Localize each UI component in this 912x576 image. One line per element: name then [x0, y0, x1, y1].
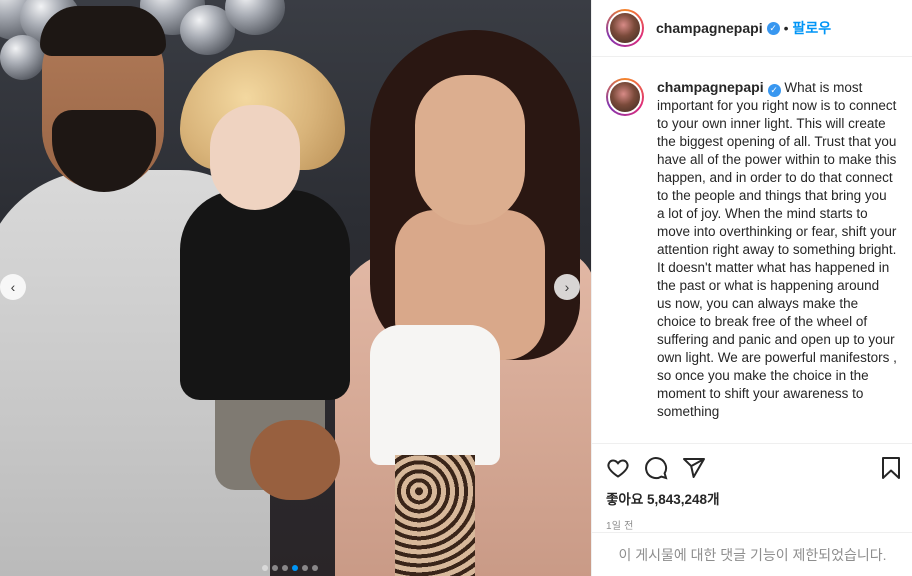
like-count[interactable]: 좋아요 5,843,248개 — [606, 488, 899, 508]
post-photo[interactable]: ‹ › — [0, 0, 591, 576]
comment-icon[interactable] — [644, 456, 668, 480]
carousel-dot-active — [292, 565, 298, 571]
woman-top — [370, 325, 500, 465]
carousel-dot — [272, 565, 278, 571]
carousel-prev-button[interactable]: ‹ — [0, 274, 26, 300]
post-side-panel: champagnepapi ✓ • 팔로우 champagnepapi ✓ Wha… — [591, 0, 912, 576]
verified-badge-icon: ✓ — [767, 83, 781, 97]
avatar-image — [608, 80, 642, 114]
follow-button[interactable]: 팔로우 — [793, 18, 832, 38]
caption-username-link[interactable]: champagnepapi — [657, 79, 764, 95]
heart-icon[interactable] — [606, 456, 630, 480]
avatar[interactable] — [606, 9, 644, 47]
carousel-dot — [302, 565, 308, 571]
carousel-dot — [262, 565, 268, 571]
child-body — [180, 190, 350, 400]
carousel-indicator — [262, 565, 318, 571]
carousel-dot — [282, 565, 288, 571]
caption-avatar[interactable] — [606, 78, 644, 116]
separator: • — [783, 20, 789, 36]
post-header: champagnepapi ✓ • 팔로우 — [592, 0, 912, 57]
chevron-left-icon: ‹ — [10, 279, 16, 295]
person-left-hair — [40, 6, 166, 56]
caption-area: champagnepapi ✓ What is most important fo… — [592, 58, 912, 442]
carousel-next-button[interactable]: › — [554, 274, 580, 300]
woman-face — [415, 75, 525, 225]
balloon-decoration — [0, 35, 45, 80]
caption-text: What is most important for you right now… — [657, 80, 897, 419]
child-face — [210, 105, 300, 210]
chevron-right-icon: › — [564, 279, 570, 295]
comments-disabled-notice: 이 게시물에 대한 댓글 기능이 제한되었습니다. — [592, 532, 912, 576]
post-timestamp[interactable]: 1일 전 — [606, 517, 899, 532]
username-link[interactable]: champagnepapi — [656, 20, 763, 36]
carousel-dot — [312, 565, 318, 571]
post-actions: 좋아요 5,843,248개 1일 전 — [592, 443, 912, 532]
woman-skirt — [395, 455, 475, 576]
caption: champagnepapi ✓ What is most important fo… — [657, 78, 897, 442]
action-icons — [606, 454, 900, 482]
bookmark-icon[interactable] — [879, 456, 903, 480]
hand — [250, 420, 340, 500]
avatar-image — [608, 11, 642, 45]
verified-badge-icon: ✓ — [766, 21, 780, 35]
share-icon[interactable] — [682, 456, 706, 480]
